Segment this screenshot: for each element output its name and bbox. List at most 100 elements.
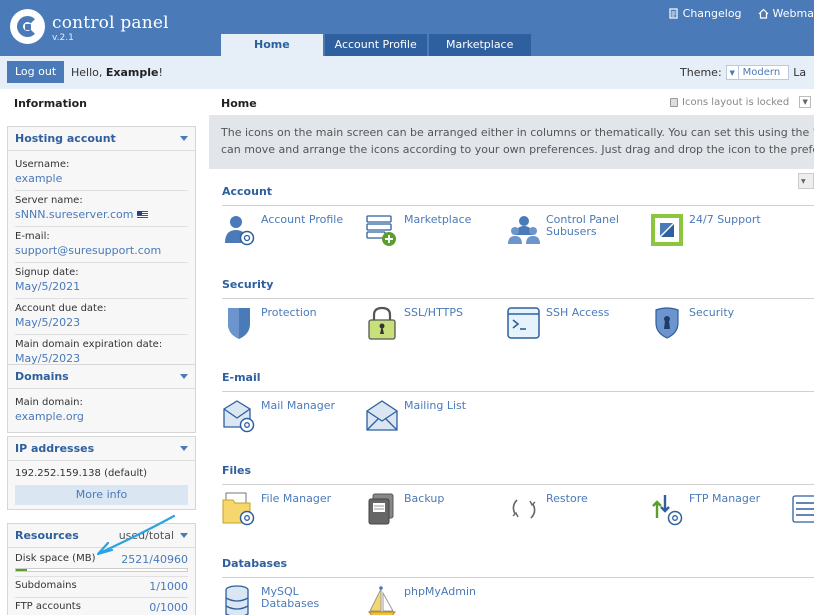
house-icon <box>758 8 768 19</box>
item-label: Marketplace <box>404 213 472 226</box>
lock-icon <box>670 97 678 107</box>
ftp-manager-item[interactable]: FTP Manager <box>650 492 779 526</box>
resource-label: FTP accounts <box>15 601 81 612</box>
changelog-link[interactable]: Changelog <box>668 7 742 20</box>
hosting-account-title: Hosting account <box>15 132 116 145</box>
item-label: Protection <box>261 306 317 319</box>
item-label: phpMyAdmin <box>404 585 476 598</box>
field-label: Server name: <box>15 195 83 206</box>
domains-title: Domains <box>15 370 69 383</box>
backup-item[interactable]: Backup <box>365 492 494 526</box>
annotation-arrow-icon <box>96 514 176 556</box>
database-icon <box>225 585 249 615</box>
subusers-icon <box>508 216 540 244</box>
resource-label: Disk space (MB) <box>15 553 96 564</box>
greeting-prefix: Hello, <box>71 66 106 79</box>
tab-home[interactable]: Home <box>221 34 323 56</box>
username-field: Username: example <box>15 155 188 191</box>
signup-date-field: Signup date: May/5/2021 <box>15 263 188 299</box>
field-value[interactable]: example.org <box>15 409 188 424</box>
mailing-list-item[interactable]: Mailing List <box>365 399 494 433</box>
greeting: Hello, Example! <box>71 66 163 79</box>
field-label: Main domain expiration date: <box>15 339 163 350</box>
file-manager-icon <box>222 492 255 526</box>
changelog-label: Changelog <box>682 7 742 20</box>
sort-toggle-icon[interactable]: ▼ <box>798 173 814 189</box>
icons-layout-lock: Icons layout is locked ▼ <box>670 96 812 108</box>
us-flag-icon <box>137 210 149 219</box>
info-line-2: can move and arrange the icons according… <box>221 143 814 156</box>
backup-icon <box>368 493 394 525</box>
greeting-suffix: ! <box>158 66 163 79</box>
ip-addresses-header[interactable]: IP addresses <box>8 437 195 461</box>
webmail-label: Webma <box>772 7 814 20</box>
field-label: Signup date: <box>15 267 79 278</box>
server-name-value: sNNN.sureserver.com <box>15 208 134 221</box>
server-list-icon <box>792 495 814 523</box>
mail-manager-icon <box>223 400 255 433</box>
webmail-link[interactable]: Webma <box>758 7 814 20</box>
item-label: FTP Manager <box>689 492 761 505</box>
support-icon <box>651 214 683 246</box>
section-title: Account <box>222 185 273 198</box>
files-item-partial[interactable] <box>792 492 814 526</box>
field-label: E-mail: <box>15 231 50 242</box>
account-profile-icon <box>225 216 255 246</box>
item-label: Restore <box>546 492 588 505</box>
language-label: La <box>793 66 807 79</box>
layout-dropdown-chevron-icon[interactable]: ▼ <box>799 96 812 108</box>
ssl-https-item[interactable]: SSL/HTTPS <box>365 306 494 340</box>
item-label: Backup <box>404 492 445 505</box>
support-item[interactable]: 24/7 Support <box>650 213 779 247</box>
security-badge-icon <box>655 307 679 339</box>
theme-selector-group: Theme: ▼ Modern La <box>680 65 806 80</box>
field-value: May/5/2023 <box>15 316 81 329</box>
home-main: Home Icons layout is locked ▼ The icons … <box>209 89 814 615</box>
field-value[interactable]: support@suresupport.com <box>15 243 188 258</box>
brand-title: control panel <box>52 13 169 33</box>
file-manager-item[interactable]: File Manager <box>222 492 351 526</box>
mysql-databases-item[interactable]: MySQL Databases <box>222 585 351 615</box>
item-label: SSH Access <box>546 306 610 319</box>
shield-icon <box>228 308 250 339</box>
account-profile-item[interactable]: Account Profile <box>222 213 351 247</box>
resource-value[interactable]: 1/1000 <box>149 580 188 593</box>
collapse-caret-icon[interactable] <box>180 136 188 141</box>
resource-value[interactable]: 0/1000 <box>149 601 188 614</box>
field-value: sNNN.sureserver.com <box>15 207 188 222</box>
more-info-button[interactable]: More info <box>15 485 188 505</box>
control-panel-logo-icon[interactable] <box>10 9 45 44</box>
marketplace-item[interactable]: Marketplace <box>365 213 494 247</box>
theme-value: Modern <box>742 67 781 78</box>
document-icon <box>669 8 678 19</box>
security-item[interactable]: Security <box>650 306 779 340</box>
mail-manager-item[interactable]: Mail Manager <box>222 399 351 433</box>
ip-addresses-box: IP addresses 192.252.159.138 (default) M… <box>7 436 196 510</box>
domains-header[interactable]: Domains <box>8 365 195 389</box>
field-value: example <box>15 172 63 185</box>
collapse-caret-icon[interactable] <box>180 374 188 379</box>
restore-icon <box>512 499 536 519</box>
field-label: Main domain: <box>15 397 83 408</box>
sidebar-heading: Information <box>14 97 87 110</box>
field-label: Account due date: <box>15 303 107 314</box>
logout-button[interactable]: Log out <box>7 61 65 83</box>
phpmyadmin-item[interactable]: phpMyAdmin <box>365 585 494 615</box>
disk-space-progress-fill <box>16 569 27 571</box>
ssh-access-item[interactable]: SSH Access <box>507 306 636 340</box>
collapse-caret-icon[interactable] <box>180 446 188 451</box>
section-title: Files <box>222 464 252 477</box>
section-title: Security <box>222 278 274 291</box>
info-message: The icons on the main screen can be arra… <box>209 115 814 169</box>
protection-item[interactable]: Protection <box>222 306 351 340</box>
tab-account-profile[interactable]: Account Profile <box>324 34 427 56</box>
restore-item[interactable]: Restore <box>507 492 636 526</box>
item-label: 24/7 Support <box>689 213 761 226</box>
item-label: Security <box>689 306 735 319</box>
control-panel-subusers-item[interactable]: Control Panel Subusers <box>507 213 636 247</box>
item-label: MySQL Databases <box>261 585 320 610</box>
tab-marketplace[interactable]: Marketplace <box>428 34 531 56</box>
hosting-account-header[interactable]: Hosting account <box>8 127 195 151</box>
theme-select[interactable]: ▼ Modern <box>725 65 790 80</box>
collapse-caret-icon[interactable] <box>180 533 188 538</box>
